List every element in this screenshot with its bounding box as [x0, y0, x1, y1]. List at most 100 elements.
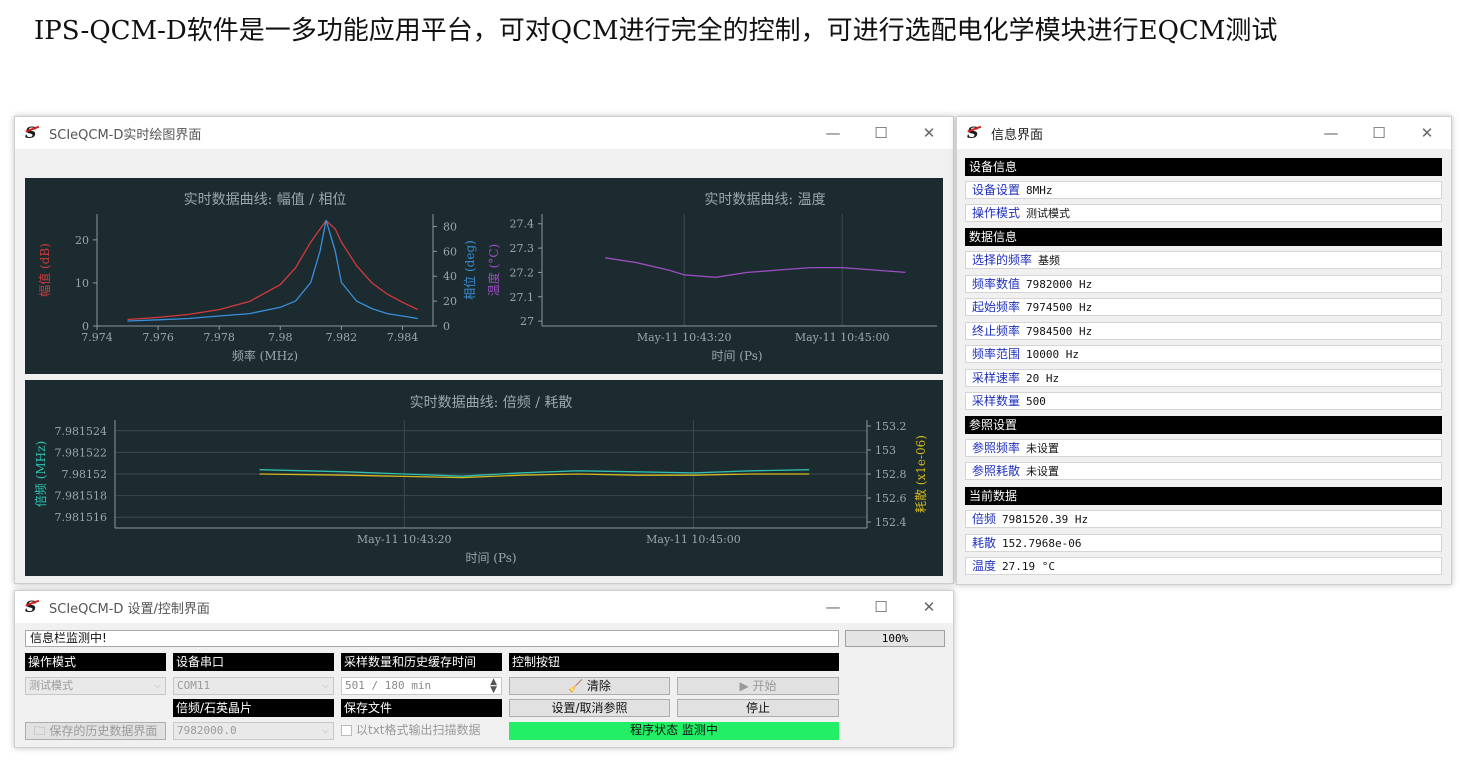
history-data-label: 保存的历史数据界面 — [49, 724, 158, 738]
info-row-sample-count: 采样数量 500 — [965, 392, 1442, 410]
y-tick-label: 10 — [75, 277, 89, 290]
info-row-overtone: 倍频 7981520.39 Hz — [965, 510, 1442, 528]
header-crystal: 倍频/石英晶片 — [173, 699, 334, 717]
crystal-select[interactable]: 7982000.0 ⌵ — [173, 722, 334, 740]
y-tick-label: 20 — [75, 234, 89, 247]
x-tick-label: May-11 10:45:00 — [646, 533, 741, 546]
spin-arrows-icon[interactable]: ▲ ▼ — [490, 678, 497, 695]
chevron-down-icon: ⌵ — [322, 726, 329, 736]
chart-title: 实时数据曲线: 温度 — [704, 192, 825, 208]
operation-mode-value: 测试模式 — [29, 679, 73, 692]
plot-window-titlebar: S SCIeQCM-D实时绘图界面 — ☐ ✕ — [15, 117, 953, 149]
info-row-frequency-range: 频率范围 10000 Hz — [965, 345, 1442, 363]
info-key: 倍频 — [972, 512, 997, 526]
control-window: S SCIeQCM-D 设置/控制界面 — ☐ ✕ 信息栏监测中! 100% 操… — [14, 590, 954, 748]
y-tick-label: 7.981518 — [55, 490, 108, 503]
chart-title: 实时数据曲线: 倍频 / 耗散 — [410, 395, 573, 411]
x-tick-label: May-11 10:43:20 — [637, 331, 732, 344]
app-logo-icon: S — [25, 124, 41, 142]
chart-title: 实时数据曲线: 幅值 / 相位 — [184, 192, 347, 208]
y-axis-label: 幅值 (dB) — [37, 243, 52, 297]
section-data-info: 数据信息 — [965, 228, 1442, 246]
x-tick-label: May-11 10:45:00 — [795, 331, 890, 344]
info-key: 选择的频率 — [972, 253, 1033, 267]
header-operation-mode: 操作模式 — [25, 653, 166, 671]
info-row-sample-rate: 采样速率 20 Hz — [965, 369, 1442, 387]
info-row-temperature: 温度 27.19 °C — [965, 557, 1442, 575]
info-key: 操作模式 — [972, 206, 1021, 220]
y-tick-label: 7.98152 — [62, 468, 108, 481]
info-key: 起始频率 — [972, 300, 1021, 314]
x-axis-label: 时间 (Ps) — [711, 349, 762, 363]
info-window-title: 信息界面 — [991, 127, 1044, 143]
section-reference-settings: 参照设置 — [965, 416, 1442, 434]
info-row-start-frequency: 起始频率 7974500 Hz — [965, 298, 1442, 316]
maximize-button[interactable]: ☐ — [857, 117, 905, 149]
minimize-button[interactable]: — — [1307, 117, 1355, 149]
minimize-button[interactable]: — — [809, 117, 857, 149]
info-value: 未设置 — [1026, 442, 1060, 455]
plot-canvas-bottom: 实时数据曲线: 倍频 / 耗散 May-11 10:43:20 May-11 10:… — [25, 380, 943, 576]
info-key: 频率范围 — [972, 347, 1021, 361]
set-reference-button[interactable]: 设置/取消参照 — [509, 699, 670, 717]
y2-tick-label: 60 — [443, 245, 457, 258]
y-tick-label: 7.981522 — [55, 446, 108, 459]
x-tick-label: 7.984 — [387, 331, 419, 344]
info-key: 采样速率 — [972, 371, 1021, 385]
info-key: 终止频率 — [972, 324, 1021, 338]
y-tick-label: 27 — [520, 315, 534, 328]
stop-button[interactable]: 停止 — [677, 699, 839, 717]
info-row-frequency-value: 频率数值 7982000 Hz — [965, 275, 1442, 293]
info-key: 采样数量 — [972, 394, 1021, 408]
y2-tick-label: 152.4 — [875, 516, 907, 529]
checkbox-box[interactable] — [341, 725, 352, 736]
info-key: 参照耗散 — [972, 464, 1021, 478]
info-value: 7974500 Hz — [1026, 301, 1093, 314]
history-data-button[interactable]: 🗀 保存的历史数据界面 — [25, 722, 166, 740]
info-value: 7984500 Hz — [1026, 325, 1093, 338]
page-heading: IPS-QCM-D软件是一多功能应用平台，可对QCM进行完全的控制，可进行选配电… — [34, 16, 1278, 46]
info-key: 参照频率 — [972, 441, 1021, 455]
info-row-reference-dissipation: 参照耗散 未设置 — [965, 462, 1442, 480]
series-line — [127, 220, 418, 322]
close-button[interactable]: ✕ — [1403, 117, 1451, 149]
close-button[interactable]: ✕ — [905, 117, 953, 149]
broom-icon: 🧹 — [568, 679, 584, 693]
series-line — [127, 219, 418, 321]
header-samples-cache: 采样数量和历史缓存时间 — [341, 653, 502, 671]
clear-button[interactable]: 🧹 清除 — [509, 677, 670, 695]
y2-axis-label: 相位 (deg) — [462, 240, 477, 300]
info-window-titlebar: S 信息界面 — ☐ ✕ — [957, 117, 1451, 149]
progress-indicator: 100% — [845, 630, 945, 647]
series-line — [605, 257, 906, 278]
x-tick-label: 7.978 — [203, 331, 235, 344]
maximize-button[interactable]: ☐ — [1355, 117, 1403, 149]
minimize-button[interactable]: — — [809, 591, 857, 623]
app-logo-icon: S — [25, 598, 41, 616]
start-button[interactable]: ▶ 开始 — [677, 677, 839, 695]
info-row-reference-frequency: 参照频率 未设置 — [965, 439, 1442, 457]
info-value: 500 — [1026, 395, 1046, 408]
txt-export-checkbox[interactable]: 以txt格式输出扫描数据 — [341, 722, 502, 740]
chevron-down-icon: ⌵ — [154, 681, 161, 691]
x-axis-label: 时间 (Ps) — [465, 551, 516, 565]
y-tick-label: 27.3 — [510, 242, 535, 255]
operation-mode-select[interactable]: 测试模式 ⌵ — [25, 677, 166, 695]
maximize-button[interactable]: ☐ — [857, 591, 905, 623]
y2-tick-label: 153.2 — [875, 420, 907, 433]
info-key: 耗散 — [972, 536, 997, 550]
section-current-data: 当前数据 — [965, 487, 1442, 505]
y-tick-label: 7.981524 — [55, 425, 108, 438]
info-value: 20 Hz — [1026, 372, 1060, 385]
close-button[interactable]: ✕ — [905, 591, 953, 623]
x-tick-label: 7.98 — [268, 331, 293, 344]
header-serial-port: 设备串口 — [173, 653, 334, 671]
plot-svg-bottom: 实时数据曲线: 倍频 / 耗散 May-11 10:43:20 May-11 10:… — [33, 395, 928, 565]
x-tick-label: 7.976 — [142, 331, 174, 344]
serial-port-select[interactable]: COM11 ⌵ — [173, 677, 334, 695]
y-tick-label: 0 — [82, 320, 89, 333]
samples-spinbox[interactable]: 501 / 180 min ▲ ▼ — [341, 677, 502, 695]
txt-export-label: 以txt格式输出扫描数据 — [356, 723, 481, 737]
info-status-bar: 信息栏监测中! — [25, 630, 839, 647]
y2-tick-label: 152.6 — [875, 492, 907, 505]
